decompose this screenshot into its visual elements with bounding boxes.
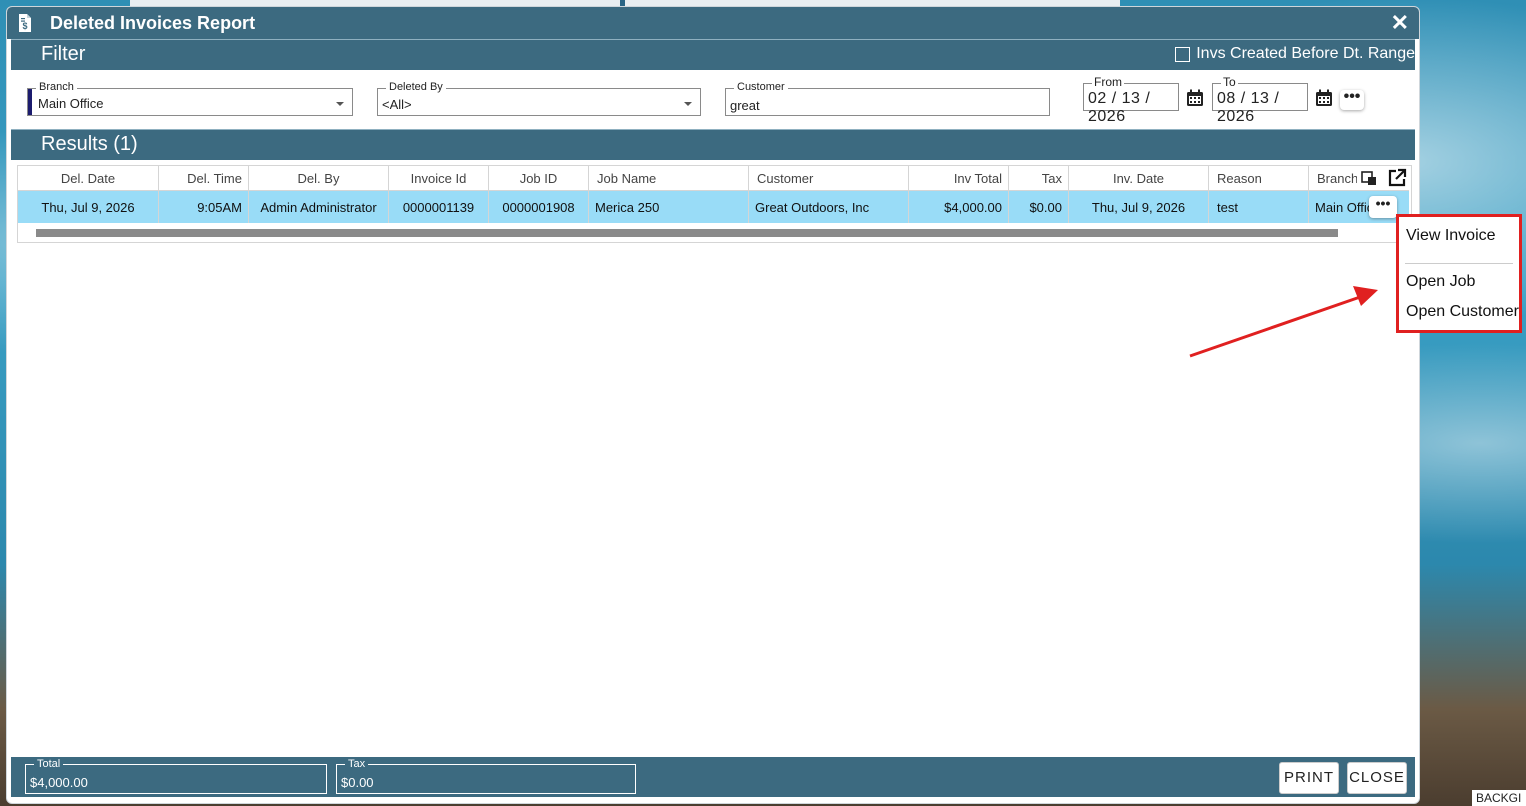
invs-before-range-toggle[interactable]: Invs Created Before Dt. Range (1175, 45, 1415, 63)
branch-label: Branch (36, 81, 77, 93)
from-date-value: 02 / 13 / 2026 (1088, 90, 1151, 125)
cell-job-name: Merica 250 (589, 191, 749, 223)
cell-invoice-id: 0000001139 (389, 191, 489, 223)
chevron-down-icon (336, 102, 344, 106)
column-header-del-by[interactable]: Del. By (249, 166, 389, 190)
branch-accent (28, 89, 32, 115)
results-grid: Del. Date Del. Time Del. By Invoice Id J… (17, 165, 1412, 243)
dialog-title: Deleted Invoices Report (50, 13, 256, 33)
from-label: From (1092, 75, 1124, 89)
cell-tax: $0.00 (1009, 191, 1069, 223)
date-options-button[interactable]: ••• (1340, 89, 1364, 110)
customer-value: great (730, 98, 760, 113)
titlebar: $ Deleted Invoices Report ✕ (7, 7, 1419, 39)
deleted-by-label: Deleted By (386, 81, 446, 93)
svg-text:$: $ (22, 21, 27, 31)
calendar-icon[interactable] (1315, 89, 1333, 107)
column-header-job-id[interactable]: Job ID (489, 166, 589, 190)
cell-del-date: Thu, Jul 9, 2026 (18, 191, 159, 223)
grid-header-row: Del. Date Del. Time Del. By Invoice Id J… (18, 166, 1409, 191)
tax-label: Tax (345, 758, 369, 770)
column-header-inv-total[interactable]: Inv Total (909, 166, 1009, 190)
to-date-value: 08 / 13 / 2026 (1217, 90, 1280, 125)
cell-reason: test (1209, 191, 1309, 223)
filter-header: Filter Invs Created Before Dt. Range (11, 39, 1415, 70)
column-header-invoice-id[interactable]: Invoice Id (389, 166, 489, 190)
table-row[interactable]: Thu, Jul 9, 2026 9:05AM Admin Administra… (18, 191, 1409, 223)
grid-tools (1357, 166, 1411, 190)
tax-value: $0.00 (341, 775, 374, 790)
column-header-customer[interactable]: Customer (749, 166, 909, 190)
print-button[interactable]: PRINT (1279, 762, 1339, 794)
cell-del-by: Admin Administrator (249, 191, 389, 223)
column-chooser-icon[interactable] (1361, 170, 1377, 186)
branch-select[interactable]: Branch Main Office (27, 81, 353, 116)
cell-inv-date: Thu, Jul 9, 2026 (1069, 191, 1209, 223)
row-actions-button[interactable]: ••• (1369, 196, 1397, 218)
menu-item-open-job[interactable]: Open Job (1406, 273, 1475, 291)
export-icon[interactable] (1387, 168, 1407, 188)
chevron-down-icon (684, 102, 692, 106)
from-date-input[interactable]: From 02 / 13 / 2026 (1083, 76, 1179, 125)
column-header-reason[interactable]: Reason (1209, 166, 1309, 190)
total-value: $4,000.00 (30, 775, 88, 790)
column-header-del-date[interactable]: Del. Date (18, 166, 159, 190)
customer-label: Customer (734, 81, 788, 93)
cell-customer: Great Outdoors, Inc (749, 191, 909, 223)
to-date-input[interactable]: To 08 / 13 / 2026 (1212, 76, 1308, 125)
close-button[interactable]: CLOSE (1347, 762, 1407, 794)
branch-value: Main Office (38, 96, 104, 111)
row-context-menu: View Invoice Open Job Open Customer (1396, 214, 1522, 333)
invoice-icon: $ (19, 14, 31, 32)
filter-heading: Filter (41, 43, 86, 65)
deleted-by-select[interactable]: Deleted By <All> (377, 81, 701, 116)
checkbox-icon[interactable] (1175, 46, 1191, 62)
column-header-inv-date[interactable]: Inv. Date (1069, 166, 1209, 190)
horizontal-scrollbar[interactable] (36, 229, 1338, 237)
footer-bar: Total $4,000.00 Tax $0.00 PRINT CLOSE (11, 757, 1415, 797)
results-heading: Results (1) (41, 133, 138, 155)
cell-job-id: 0000001908 (489, 191, 589, 223)
cell-del-time: 9:05AM (159, 191, 249, 223)
to-label: To (1221, 75, 1238, 89)
deleted-by-value: <All> (382, 97, 412, 112)
cell-inv-total: $4,000.00 (909, 191, 1009, 223)
menu-divider (1405, 263, 1513, 264)
total-field: Total $4,000.00 (25, 758, 327, 794)
close-icon[interactable]: ✕ (1391, 10, 1409, 36)
column-header-tax[interactable]: Tax (1009, 166, 1069, 190)
deleted-invoices-dialog: $ Deleted Invoices Report ✕ Filter Invs … (6, 6, 1420, 804)
invs-before-range-label: Invs Created Before Dt. Range (1196, 45, 1415, 62)
results-header: Results (1) (11, 129, 1415, 160)
column-header-job-name[interactable]: Job Name (589, 166, 749, 190)
background-corner-label: BACKGI (1472, 790, 1526, 806)
menu-item-open-customer[interactable]: Open Customer (1406, 303, 1519, 321)
menu-item-view-invoice[interactable]: View Invoice (1406, 227, 1496, 245)
calendar-icon[interactable] (1186, 89, 1204, 107)
tax-field: Tax $0.00 (336, 758, 636, 794)
customer-input[interactable]: Customer great (725, 81, 1050, 116)
annotation-arrow (1189, 286, 1378, 358)
total-label: Total (34, 758, 64, 770)
column-header-del-time[interactable]: Del. Time (159, 166, 249, 190)
